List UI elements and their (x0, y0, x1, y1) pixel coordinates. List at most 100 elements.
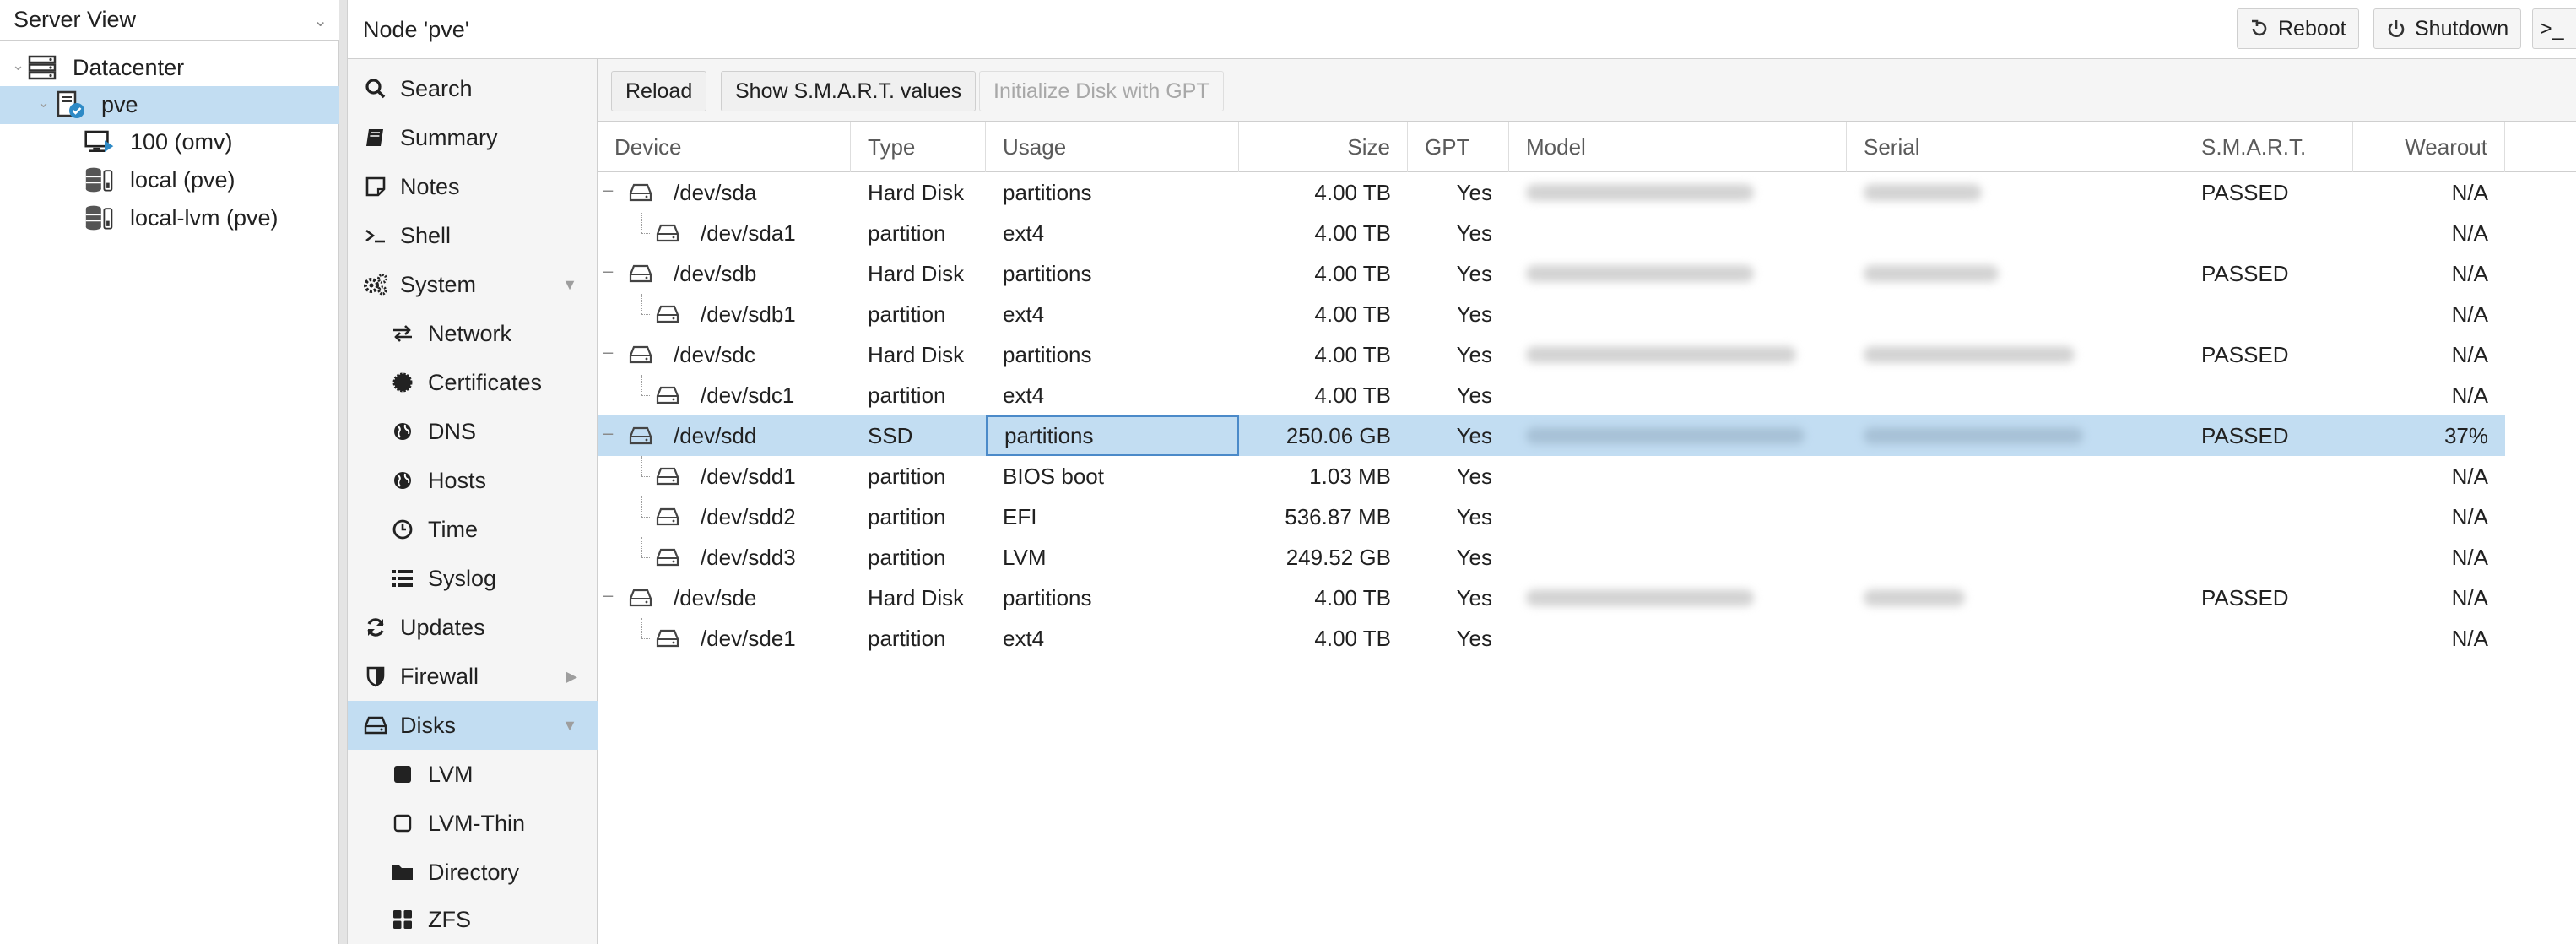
collapse-toggle-icon[interactable]: – (603, 341, 613, 363)
cell-size: 4.00 TB (1314, 382, 1391, 408)
chevron-down-icon[interactable]: ▼ (562, 276, 577, 294)
nav-label: LVM (428, 761, 474, 787)
cell-wearout: N/A (2451, 463, 2488, 489)
nav-time[interactable]: Time (348, 505, 598, 554)
reload-button[interactable]: Reload (611, 71, 707, 111)
tree-connector (641, 213, 642, 233)
expand-toggle-icon[interactable]: ⌄ (37, 94, 50, 111)
collapse-toggle-icon[interactable]: – (603, 584, 613, 606)
nav-label: System (400, 271, 477, 297)
cell-gpt: Yes (1456, 301, 1492, 327)
collapse-toggle-icon[interactable]: – (603, 260, 613, 282)
cell-device: /dev/sdd2 (701, 503, 796, 529)
nav-firewall[interactable]: Firewall ▶ (348, 652, 598, 701)
column-header-model[interactable]: Model (1509, 122, 1847, 172)
nav-hosts[interactable]: Hosts (348, 456, 598, 505)
table-row[interactable]: – /dev/sdc Hard Disk partitions 4.00 TB Yes PA… (598, 334, 2505, 375)
table-row[interactable]: /dev/sdd3 partition LVM 249.52 GB Yes N/A (598, 537, 2505, 578)
config-nav: Search Summary Notes Shell System ▼ Netw… (348, 59, 598, 944)
table-row[interactable]: /dev/sde1 partition ext4 4.00 TB Yes N/A (598, 618, 2505, 659)
nav-lvm[interactable]: LVM (348, 750, 598, 799)
chevron-down-icon[interactable]: ▼ (562, 717, 577, 735)
show-smart-button[interactable]: Show S.M.A.R.T. values (721, 71, 977, 111)
tree-connector (641, 476, 650, 477)
table-row[interactable]: /dev/sdd1 partition BIOS boot 1.03 MB Yes N/A (598, 456, 2505, 496)
collapse-toggle-icon[interactable]: – (603, 179, 613, 201)
cell-usage: ext4 (1003, 625, 1045, 651)
collapse-toggle-icon[interactable]: – (603, 422, 613, 444)
column-header-smart[interactable]: S.M.A.R.T. (2184, 122, 2353, 172)
column-header-size[interactable]: Size (1239, 122, 1408, 172)
cell-device: /dev/sde1 (701, 625, 796, 651)
cell-gpt: Yes (1456, 382, 1492, 408)
reboot-button[interactable]: Reboot (2237, 8, 2359, 49)
nav-label: Certificates (428, 369, 543, 395)
nav-zfs[interactable]: ZFS (348, 895, 598, 944)
nav-updates[interactable]: Updates (348, 603, 598, 652)
cell-usage: ext4 (1003, 301, 1045, 327)
column-header-wearout[interactable]: Wearout (2353, 122, 2505, 172)
table-row[interactable]: – /dev/sde Hard Disk partitions 4.00 TB Yes PA… (598, 578, 2505, 618)
chevron-down-icon[interactable]: ⌄ (313, 10, 327, 31)
shutdown-button[interactable]: Shutdown (2373, 8, 2522, 49)
nav-lvm-thin[interactable]: LVM-Thin (348, 799, 598, 848)
nav-disks[interactable]: Disks ▼ (348, 701, 598, 750)
cell-smart: PASSED (2201, 584, 2289, 610)
table-row[interactable]: /dev/sdd2 partition EFI 536.87 MB Yes N/A (598, 496, 2505, 537)
tree-item-storage-local-lvm[interactable]: local-lvm (pve) (0, 199, 339, 237)
table-row[interactable]: – /dev/sda Hard Disk partitions 4.00 TB Yes PA… (598, 172, 2505, 213)
nav-system[interactable]: System ▼ (348, 260, 598, 309)
column-header-serial[interactable]: Serial (1847, 122, 2184, 172)
cell-type: partition (868, 544, 946, 570)
column-header-device[interactable]: Device (598, 122, 851, 172)
expand-toggle-icon[interactable]: ⌄ (12, 57, 24, 74)
nav-network[interactable]: Network (348, 309, 598, 358)
cell-size: 4.00 TB (1314, 179, 1391, 205)
tree-item-label: local (pve) (130, 167, 235, 193)
hdd-icon (628, 423, 653, 448)
table-row[interactable]: – /dev/sdd SSD partitions 250.06 GB Yes PASSED… (598, 415, 2505, 456)
shell-button[interactable]: >_ (2532, 8, 2576, 49)
table-row[interactable]: /dev/sdc1 partition ext4 4.00 TB Yes N/A (598, 375, 2505, 415)
tree-item-storage-local[interactable]: local (pve) (0, 161, 339, 199)
nav-syslog[interactable]: Syslog (348, 554, 598, 603)
nav-shell[interactable]: Shell (348, 211, 598, 260)
redacted-value (1864, 589, 1965, 606)
square-icon (390, 762, 415, 787)
table-row[interactable]: /dev/sda1 partition ext4 4.00 TB Yes N/A (598, 213, 2505, 253)
view-selector-label: Server View (14, 7, 137, 32)
cell-serial (1847, 578, 2184, 618)
cell-smart (2184, 537, 2353, 578)
table-row[interactable]: /dev/sdb1 partition ext4 4.00 TB Yes N/A (598, 294, 2505, 334)
chevron-right-icon[interactable]: ▶ (566, 668, 577, 686)
tree-connector (641, 638, 650, 639)
nav-directory[interactable]: Directory (348, 848, 598, 897)
nav-certificates[interactable]: Certificates (348, 358, 598, 407)
tree-item-vm-100[interactable]: 100 (omv) (0, 123, 339, 161)
hdd-icon (628, 342, 653, 367)
tree-connector (641, 618, 642, 638)
cell-serial (1847, 537, 2184, 578)
nav-summary[interactable]: Summary (348, 113, 598, 162)
nav-search[interactable]: Search (348, 64, 598, 113)
panel-splitter[interactable] (339, 0, 348, 944)
tree-item-datacenter[interactable]: ⌄ Datacenter (0, 49, 339, 87)
cell-gpt: Yes (1456, 179, 1492, 205)
nav-dns[interactable]: DNS (348, 407, 598, 456)
column-header-type[interactable]: Type (851, 122, 986, 172)
cell-device: /dev/sdd (674, 422, 757, 448)
hdd-icon (655, 504, 680, 529)
tree-item-pve[interactable]: ⌄ pve (0, 86, 339, 124)
cell-model (1509, 415, 1847, 456)
initialize-gpt-button[interactable]: Initialize Disk with GPT (979, 71, 1224, 111)
nav-label: Time (428, 516, 478, 542)
hdd-icon (655, 220, 680, 246)
view-selector[interactable]: Server View ⌄ (0, 0, 339, 41)
column-header-gpt[interactable]: GPT (1408, 122, 1509, 172)
column-header-usage[interactable]: Usage (986, 122, 1239, 172)
table-row[interactable]: – /dev/sdb Hard Disk partitions 4.00 TB Yes PA… (598, 253, 2505, 294)
nav-notes[interactable]: Notes (348, 162, 598, 211)
cell-type: partition (868, 220, 946, 246)
cell-gpt: Yes (1456, 463, 1492, 489)
cell-size: 250.06 GB (1285, 422, 1391, 448)
